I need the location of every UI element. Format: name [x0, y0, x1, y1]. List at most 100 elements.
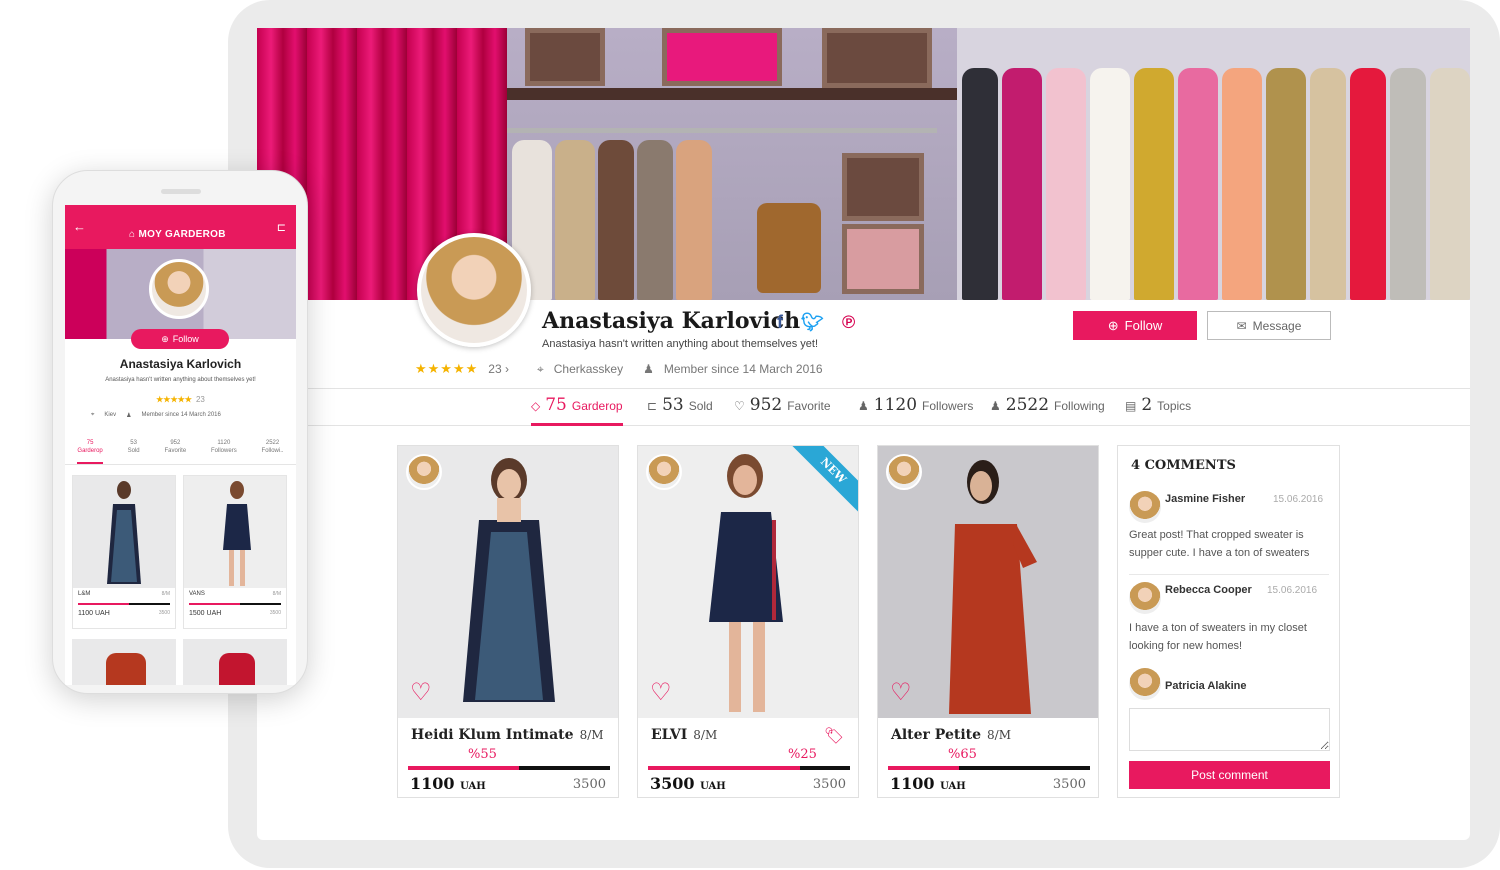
mobile-logo[interactable]: ⌂ MOY GARDEROB: [129, 229, 226, 240]
envelope-icon: ✉: [1236, 318, 1247, 333]
commenter-avatar[interactable]: [1129, 668, 1161, 700]
price-tag-icon: 🏷︎: [823, 728, 844, 745]
heart-icon[interactable]: ♡: [650, 678, 672, 707]
heart-icon[interactable]: ♡: [890, 678, 912, 707]
shelf-box: [822, 28, 932, 88]
tab-followers[interactable]: ♟ 1120 Followers: [858, 395, 973, 426]
tab-count: 53: [662, 395, 684, 415]
product-image[interactable]: [184, 476, 286, 588]
mobile-profile-name: Anastasiya Karlovich: [119, 357, 242, 371]
tab-count: 75: [86, 440, 94, 446]
reviews-count[interactable]: 23: [196, 395, 205, 404]
dress-illustration: [106, 653, 146, 685]
price-currency: UAH: [700, 781, 726, 792]
product-price: 1100 UAH: [78, 610, 110, 617]
garment: [1134, 68, 1174, 300]
mobile-tab-sold[interactable]: 53 Sold: [128, 437, 140, 464]
discount-bar-fill: [408, 766, 520, 770]
garment: [1350, 68, 1386, 300]
price-value: 1100: [890, 774, 935, 793]
profile-avatar[interactable]: [417, 233, 531, 347]
commenter-avatar[interactable]: [1129, 582, 1161, 614]
discount-bar: [648, 766, 850, 770]
mobile-avatar[interactable]: [149, 259, 209, 319]
product-size: 8/M: [987, 728, 1011, 742]
tab-following[interactable]: ♟ 2522 Following: [990, 395, 1105, 426]
comment-author[interactable]: Patricia Alakine: [1165, 680, 1247, 692]
product-card[interactable]: ♡ Alter Petite 8/M %65 1100 UAH 3500: [877, 445, 1099, 798]
logo-text: MOY GARDEROB: [138, 229, 226, 240]
garment: [555, 140, 595, 300]
product-size: 8/M: [579, 728, 604, 742]
tab-label: Favorite: [164, 448, 187, 454]
message-label: Message: [1252, 318, 1302, 333]
tag-icon: ◇: [531, 399, 541, 413]
phone-speaker: [161, 189, 201, 194]
old-price: 3500: [269, 610, 281, 616]
mobile-tab-followers[interactable]: 1120 Followers: [211, 437, 237, 464]
product-card[interactable]: ♡ Heidi Klum Intimate 8/M %55 1100 UAH 35…: [397, 445, 619, 798]
mobile-product-card-partial[interactable]: [183, 639, 287, 685]
shelf-box: [842, 153, 924, 221]
rating-stars: ★★★★★: [156, 395, 192, 404]
tab-garderop[interactable]: ◇ 75 Garderop: [531, 395, 623, 426]
hanger-icon: ⌂: [129, 229, 136, 240]
tab-label: Garderop: [77, 448, 103, 454]
facebook-icon[interactable]: f: [777, 312, 783, 333]
commenter-avatar[interactable]: [1129, 491, 1161, 523]
tab-count: 1120: [873, 395, 918, 415]
comment-date: 15.06.2016: [1273, 494, 1324, 505]
old-price: 3500: [1052, 777, 1086, 792]
tab-sold[interactable]: ⊏ 53 Sold: [647, 395, 713, 426]
mobile-location: Kiev: [104, 412, 117, 418]
follow-label: Follow: [172, 334, 199, 344]
tab-label: Sold: [127, 448, 140, 454]
message-button[interactable]: ✉ Message: [1207, 311, 1331, 340]
discount-percent: %65: [948, 747, 977, 762]
back-arrow-icon[interactable]: ←: [73, 219, 86, 234]
comment-date: 15.06.2016: [1267, 585, 1318, 596]
mobile-tab-garderop[interactable]: 75 Garderop: [77, 437, 103, 464]
discount-bar-fill: [648, 766, 800, 770]
brand-name: ELVI: [651, 727, 688, 743]
seller-avatar[interactable]: [406, 454, 442, 490]
tab-count: 2522: [265, 440, 280, 446]
heart-icon[interactable]: ♡: [410, 678, 432, 707]
desktop-screen: Anastasiya Karlovich f 🐦︎ ℗ Anastasiya h…: [257, 28, 1470, 840]
mobile-follow-button[interactable]: ⊕ Follow: [131, 329, 229, 349]
mobile-product-card[interactable]: L&M 8/M 1100 UAH 3500: [72, 475, 176, 629]
tab-favorite[interactable]: ♡ 952 Favorite: [734, 395, 831, 426]
mobile-product-card[interactable]: VANS 8/M 1500 UAH 3500: [183, 475, 287, 629]
seller-avatar[interactable]: [886, 454, 922, 490]
product-brand: L&M: [78, 591, 91, 597]
profile-tabs: ◇ 75 Garderop ⊏ 53 Sold ♡ 952 Favorite ♟…: [257, 388, 1470, 426]
mobile-tab-favorite[interactable]: 952 Favorite: [164, 437, 186, 464]
dress-illustration: [219, 653, 255, 685]
discount-bar-fill: [888, 766, 959, 770]
mobile-tab-following[interactable]: 2522 Followi..: [262, 437, 284, 464]
twitter-icon[interactable]: 🐦︎: [801, 312, 824, 333]
product-card[interactable]: NEW ♡ ELVI 8/M 🏷︎ %25 3500 UAH 3500: [637, 445, 859, 798]
comment-author[interactable]: Rebecca Cooper: [1165, 584, 1252, 596]
tab-topics[interactable]: ▤ 2 Topics: [1125, 395, 1191, 426]
product-size: 8/M: [272, 591, 281, 597]
product-image[interactable]: [73, 476, 175, 588]
cart-icon[interactable]: ⊏: [277, 221, 286, 234]
profile-location: Cherkasskey: [553, 362, 624, 376]
product-size: 8/M: [693, 728, 718, 742]
comment-input[interactable]: [1129, 708, 1330, 751]
mobile-product-card-partial[interactable]: [72, 639, 176, 685]
garment: [676, 140, 712, 300]
pinterest-icon[interactable]: ℗: [842, 312, 855, 333]
post-comment-button[interactable]: Post comment: [1129, 761, 1330, 789]
brand-name: Alter Petite: [891, 727, 982, 743]
comment-author[interactable]: Jasmine Fisher: [1165, 493, 1245, 505]
follow-button[interactable]: ⊕ Follow: [1073, 311, 1197, 340]
reviews-count[interactable]: 23 ›: [488, 362, 509, 376]
brand-name: Heidi Klum Intimate: [411, 727, 574, 743]
seller-avatar[interactable]: [646, 454, 682, 490]
garment: [1390, 68, 1426, 300]
mobile-rating: ★★★★★ 23: [65, 395, 296, 404]
person-icon: ♟: [858, 399, 869, 413]
tab-label: Followers: [922, 399, 974, 413]
